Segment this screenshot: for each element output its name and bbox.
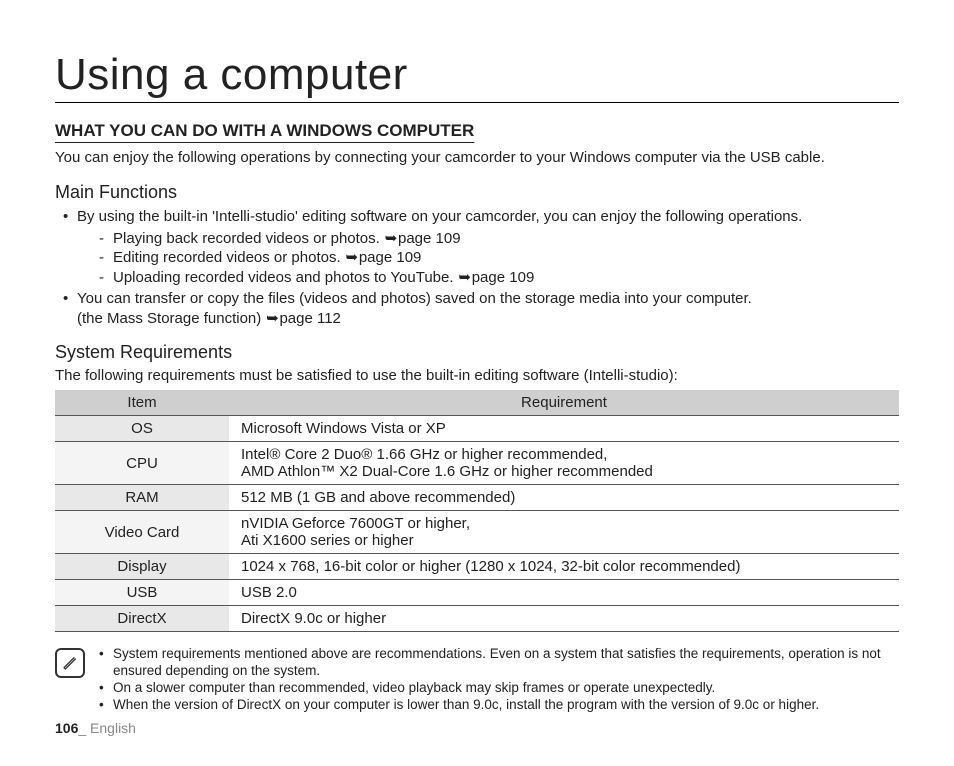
page-ref: page 112	[279, 310, 340, 327]
cell-item: USB	[55, 580, 229, 606]
note-block: System requirements mentioned above are …	[55, 646, 899, 714]
table-row: USB USB 2.0	[55, 580, 899, 606]
sub-list: Playing back recorded videos or photos. …	[95, 229, 899, 288]
page-ref: page 109	[359, 249, 422, 266]
page-ref-arrow-icon: ➥	[458, 268, 472, 288]
page-ref-arrow-icon: ➥	[345, 248, 359, 268]
section-heading: WHAT YOU CAN DO WITH A WINDOWS COMPUTER	[55, 121, 899, 141]
list-item: Uploading recorded videos and photos to …	[95, 268, 899, 288]
list-item: You can transfer or copy the files (vide…	[55, 289, 899, 328]
table-header-requirement: Requirement	[229, 390, 899, 416]
cell-item: RAM	[55, 485, 229, 511]
list-item: Editing recorded videos or photos. ➥page…	[95, 248, 899, 268]
table-row: DirectX DirectX 9.0c or higher	[55, 606, 899, 632]
list-text: Playing back recorded videos or photos.	[113, 230, 380, 247]
main-functions-heading: Main Functions	[55, 182, 899, 203]
list-item: On a slower computer than recommended, v…	[95, 680, 899, 697]
cell-item: Video Card	[55, 511, 229, 554]
cell-req: nVIDIA Geforce 7600GT or higher, Ati X16…	[229, 511, 899, 554]
page-ref: page 109	[472, 269, 535, 286]
page-ref-arrow-icon: ➥	[265, 309, 279, 329]
footer-language: English	[90, 720, 136, 736]
cell-req: 1024 x 768, 16-bit color or higher (1280…	[229, 554, 899, 580]
cell-item: OS	[55, 416, 229, 442]
note-text: System requirements mentioned above are …	[113, 646, 881, 678]
cell-item: CPU	[55, 442, 229, 485]
cell-req: USB 2.0	[229, 580, 899, 606]
note-icon	[55, 648, 85, 678]
system-requirements-heading: System Requirements	[55, 342, 899, 363]
table-row: RAM 512 MB (1 GB and above recommended)	[55, 485, 899, 511]
intro-text: You can enjoy the following operations b…	[55, 149, 899, 166]
page-title: Using a computer	[55, 50, 899, 103]
system-requirements-intro: The following requirements must be satis…	[55, 367, 899, 384]
table-row: Video Card nVIDIA Geforce 7600GT or high…	[55, 511, 899, 554]
list-text: Uploading recorded videos and photos to …	[113, 269, 454, 286]
footer-sep: _	[78, 720, 90, 736]
cell-req: Microsoft Windows Vista or XP	[229, 416, 899, 442]
list-item: When the version of DirectX on your comp…	[95, 697, 899, 714]
page-number: 106	[55, 720, 78, 736]
cell-req: 512 MB (1 GB and above recommended)	[229, 485, 899, 511]
note-text: When the version of DirectX on your comp…	[113, 697, 819, 712]
cell-item: DirectX	[55, 606, 229, 632]
cell-req: DirectX 9.0c or higher	[229, 606, 899, 632]
page-ref: page 109	[398, 230, 461, 247]
note-text: On a slower computer than recommended, v…	[113, 680, 715, 695]
page-footer: 106_ English	[55, 720, 136, 736]
cell-req: Intel® Core 2 Duo® 1.66 GHz or higher re…	[229, 442, 899, 485]
main-functions-list: By using the built-in 'Intelli-studio' e…	[55, 207, 899, 328]
table-row: Display 1024 x 768, 16-bit color or high…	[55, 554, 899, 580]
list-text: You can transfer or copy the files (vide…	[77, 290, 752, 307]
list-item: By using the built-in 'Intelli-studio' e…	[55, 207, 899, 287]
list-item: System requirements mentioned above are …	[95, 646, 899, 680]
table-header-item: Item	[55, 390, 229, 416]
list-text: (the Mass Storage function)	[77, 310, 261, 327]
table-row: CPU Intel® Core 2 Duo® 1.66 GHz or highe…	[55, 442, 899, 485]
requirements-table: Item Requirement OS Microsoft Windows Vi…	[55, 390, 899, 632]
list-text: By using the built-in 'Intelli-studio' e…	[77, 208, 802, 225]
list-item: Playing back recorded videos or photos. …	[95, 229, 899, 249]
list-text: Editing recorded videos or photos.	[113, 249, 341, 266]
page-ref-arrow-icon: ➥	[384, 229, 398, 249]
cell-item: Display	[55, 554, 229, 580]
notes-list: System requirements mentioned above are …	[95, 646, 899, 714]
table-row: OS Microsoft Windows Vista or XP	[55, 416, 899, 442]
